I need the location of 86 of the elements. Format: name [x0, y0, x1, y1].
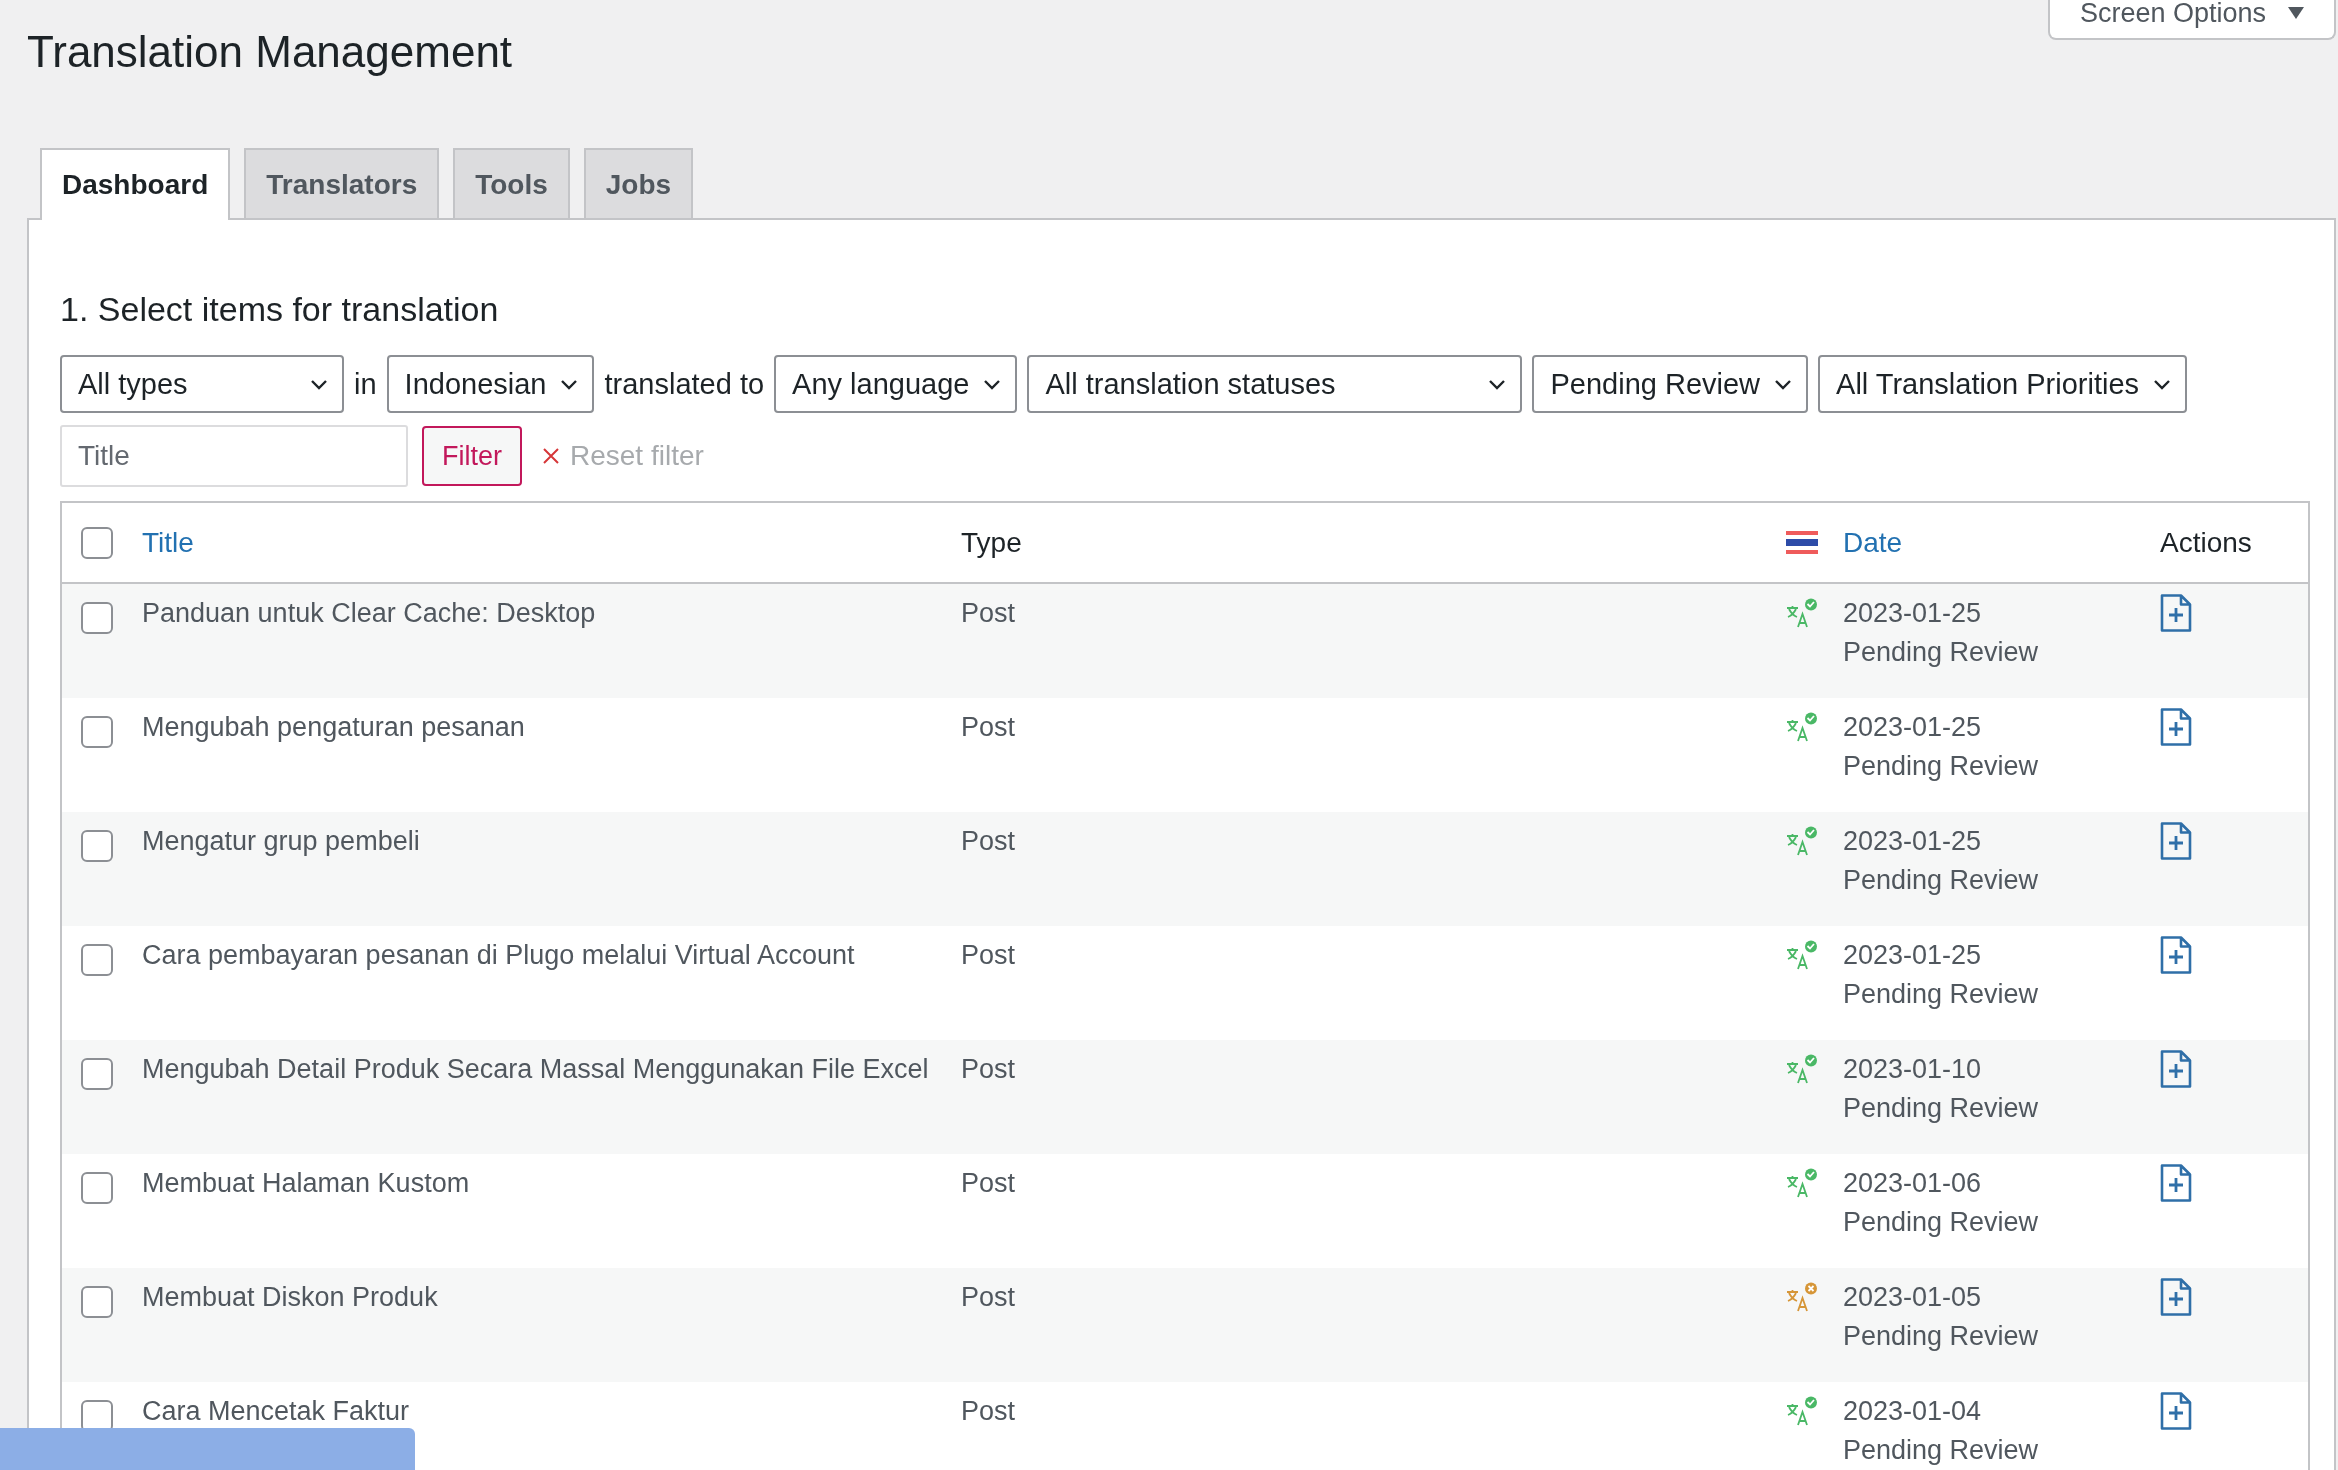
status-text: Pending Review	[1843, 865, 2040, 896]
table-cell: Post	[961, 598, 1016, 628]
table-cell: Panduan untuk Clear Cache: Desktop	[142, 598, 596, 628]
table-cell: Post	[961, 940, 1016, 970]
translated-icon	[1786, 940, 1818, 970]
section-heading: 1. Select items for translation	[60, 290, 500, 329]
date-text: 2023-01-25	[1843, 940, 1983, 971]
checkbox[interactable]	[81, 1058, 113, 1090]
date-text: 2023-01-06	[1843, 1168, 1983, 1199]
tab[interactable]: Tools	[453, 148, 570, 220]
status-text: Pending Review	[1843, 751, 2040, 782]
dropdown[interactable]: All Translation Priorities	[1818, 355, 2188, 413]
dropdown[interactable]: Indonesian	[386, 355, 595, 413]
tab[interactable]: Jobs	[583, 148, 694, 220]
chevron-icon	[1488, 378, 1507, 390]
checkbox[interactable]	[81, 602, 113, 634]
chevron-icon	[1774, 378, 1793, 390]
date-text: 2023-01-25	[1843, 712, 1983, 743]
translated-icon	[1786, 1168, 1818, 1198]
column-sort-link[interactable]: Title	[142, 526, 194, 558]
chevron-icon	[2153, 378, 2172, 390]
dropdown[interactable]: Pending Review	[1532, 355, 1809, 413]
table-cell: Post	[961, 712, 1016, 742]
status-text: Pending Review	[1843, 979, 2040, 1010]
flag-icon	[1786, 531, 1818, 554]
column-header: Actions	[2160, 526, 2252, 558]
close-icon	[542, 447, 560, 465]
status-text: Pending Review	[1843, 1321, 2040, 1352]
add-document-icon[interactable]	[2160, 936, 2192, 974]
screen-options-button[interactable]: Screen Options	[2047, 0, 2336, 40]
checkbox[interactable]	[81, 1172, 113, 1204]
translated-icon	[1786, 598, 1818, 628]
column-sort-link[interactable]: Date	[1843, 526, 1903, 558]
table-cell: Post	[961, 1168, 1016, 1198]
add-document-icon[interactable]	[2160, 822, 2192, 860]
add-document-icon[interactable]	[2160, 1392, 2192, 1430]
column-header: Type	[961, 526, 1022, 558]
chevron-icon	[560, 378, 579, 390]
translated-icon	[1786, 712, 1818, 742]
date-text: 2023-01-10	[1843, 1054, 1983, 1085]
checkbox[interactable]	[81, 944, 113, 976]
table-cell: Cara pembayaran pesanan di Plugo melalui Virtual Account	[142, 940, 855, 970]
table-cell: Post	[961, 1396, 1016, 1426]
table-cell: Post	[961, 1282, 1016, 1312]
status-text: Pending Review	[1843, 637, 2040, 668]
checkbox[interactable]	[81, 526, 113, 559]
add-document-icon[interactable]	[2160, 708, 2192, 746]
table-cell: Mengubah pengaturan pesanan	[142, 712, 525, 742]
table-cell: Cara Mencetak Faktur	[142, 1396, 410, 1426]
translated-icon	[1786, 1396, 1818, 1426]
tab[interactable]: Dashboard	[40, 148, 231, 220]
add-document-icon[interactable]	[2160, 1050, 2192, 1088]
table-cell: Mengubah Detail Produk Secara Massal Menggunakan File Excel	[142, 1054, 929, 1084]
checkbox[interactable]	[81, 830, 113, 862]
translated-icon	[1786, 826, 1818, 856]
status-text: Pending Review	[1843, 1435, 2040, 1466]
add-document-icon[interactable]	[2160, 1278, 2192, 1316]
page-title: Translation Management	[27, 26, 513, 78]
checkbox[interactable]	[81, 1286, 113, 1318]
table-cell: Post	[961, 1054, 1016, 1084]
table-cell: Post	[961, 826, 1016, 856]
filter-label: translated to	[604, 367, 765, 401]
translated-icon	[1786, 1054, 1818, 1084]
table-cell: Membuat Halaman Kustom	[142, 1168, 470, 1198]
dropdown[interactable]: All translation statuses	[1027, 355, 1523, 413]
tab[interactable]: Translators	[244, 148, 440, 220]
chevron-icon	[310, 378, 328, 390]
status-text: Pending Review	[1843, 1093, 2040, 1124]
status-text: Pending Review	[1843, 1207, 2040, 1238]
date-text: 2023-01-04	[1843, 1396, 1983, 1427]
title-search-field[interactable]: Title	[60, 425, 408, 487]
add-document-icon[interactable]	[2160, 594, 2192, 632]
filter-label: in	[354, 367, 377, 401]
date-text: 2023-01-25	[1843, 598, 1983, 629]
table-cell: Mengatur grup pembeli	[142, 826, 420, 856]
date-text: 2023-01-05	[1843, 1282, 1983, 1313]
caret-icon	[2288, 7, 2304, 19]
date-text: 2023-01-25	[1843, 826, 1983, 857]
translation-error-icon	[1786, 1282, 1818, 1312]
dropdown[interactable]: All types	[60, 355, 344, 413]
table-cell: Membuat Diskon Produk	[142, 1282, 438, 1312]
dropdown[interactable]: Any language	[774, 355, 1018, 413]
chevron-icon	[983, 378, 1002, 390]
add-document-icon[interactable]	[2160, 1164, 2192, 1202]
checkbox[interactable]	[81, 716, 113, 748]
filter-button[interactable]: Filter	[422, 426, 522, 486]
